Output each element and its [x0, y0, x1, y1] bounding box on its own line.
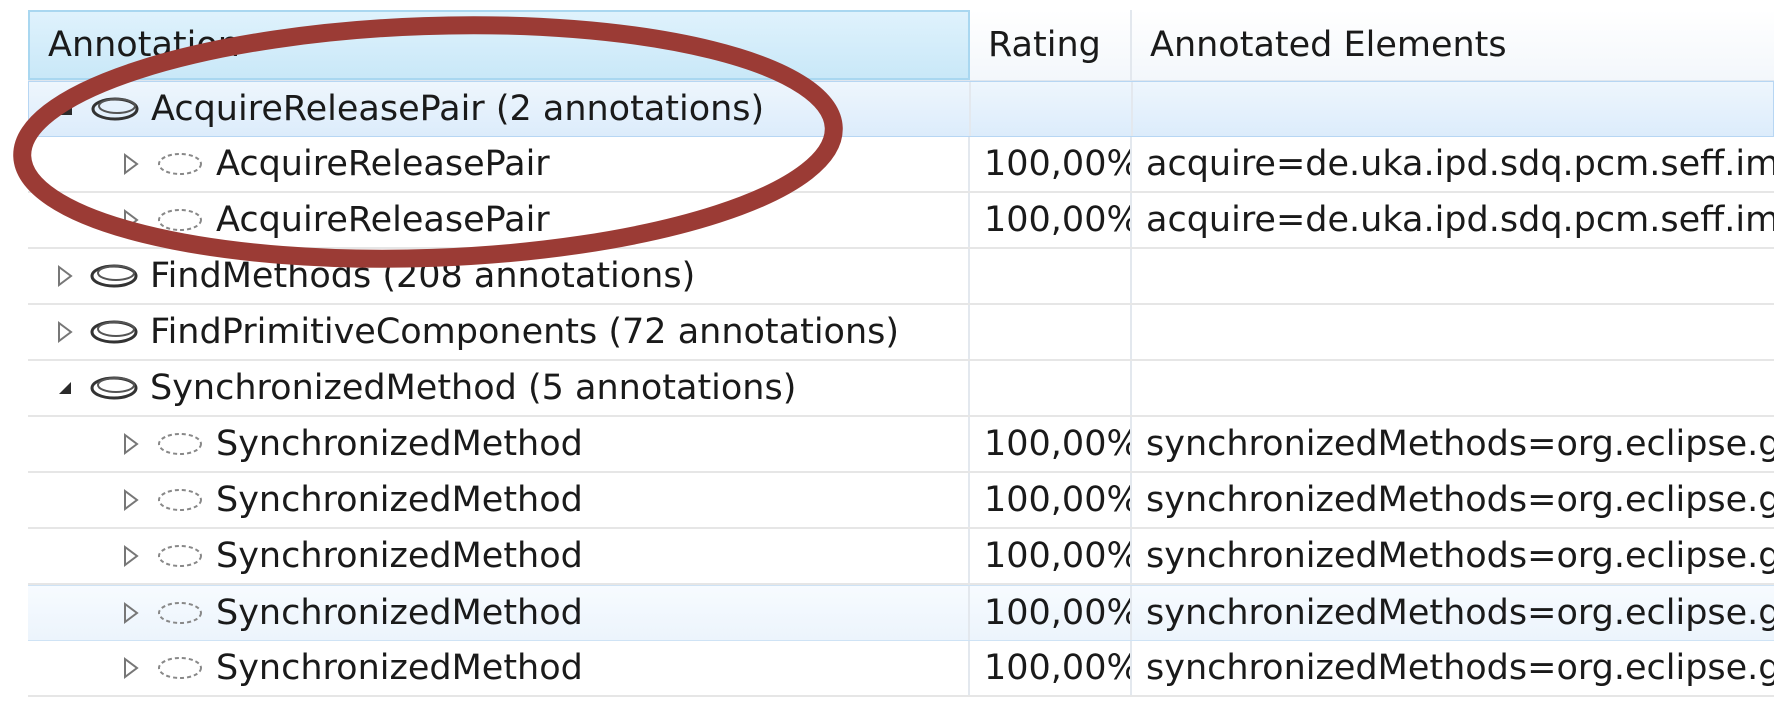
annotation-label: SynchronizedMethod: [216, 648, 583, 688]
annotation-cell: SynchronizedMethod: [28, 417, 970, 471]
annotated-elements-cell: [1132, 249, 1774, 303]
annotation-cell: AcquireReleasePair: [28, 193, 970, 247]
annotation-label: SynchronizedMethod: [216, 536, 583, 576]
annotated-elements-cell: [1133, 82, 1773, 136]
item-ellipse-icon: [154, 541, 206, 571]
item-ellipse-icon: [154, 485, 206, 515]
rating-cell: 100,00%: [970, 193, 1132, 247]
expand-triangle-icon[interactable]: [118, 653, 144, 683]
expand-triangle-icon[interactable]: [118, 598, 144, 628]
item-ellipse-icon: [154, 205, 206, 235]
expand-triangle-icon[interactable]: [118, 541, 144, 571]
collapse-triangle-icon[interactable]: [52, 373, 78, 403]
expand-triangle-icon[interactable]: [52, 261, 78, 291]
table-row[interactable]: SynchronizedMethod 100,00% synchronizedM…: [28, 473, 1774, 529]
table-body: AcquireReleasePair (2 annotations) Acqui…: [28, 81, 1774, 697]
rating-cell: 100,00%: [970, 137, 1132, 191]
annotation-label: SynchronizedMethod: [216, 480, 583, 520]
item-ellipse-icon: [154, 653, 206, 683]
table-row[interactable]: AcquireReleasePair 100,00% acquire=de.uk…: [28, 137, 1774, 193]
table-row[interactable]: FindPrimitiveComponents (72 annotations): [28, 305, 1774, 361]
annotation-tree-table: Annotation Rating Annotated Elements Acq…: [28, 10, 1774, 697]
rating-cell: [970, 249, 1132, 303]
table-header: Annotation Rating Annotated Elements: [28, 10, 1774, 81]
rating-cell: [970, 361, 1132, 415]
column-header-rating[interactable]: Rating: [970, 10, 1132, 80]
expand-triangle-icon[interactable]: [118, 205, 144, 235]
rating-cell: 100,00%: [970, 641, 1132, 695]
column-header-annotation[interactable]: Annotation: [28, 10, 970, 80]
annotation-label: SynchronizedMethod (5 annotations): [150, 368, 797, 408]
annotation-label: AcquireReleasePair: [216, 144, 550, 184]
group-ellipse-icon: [88, 317, 140, 347]
annotation-label: SynchronizedMethod: [216, 593, 583, 633]
rating-cell: [970, 305, 1132, 359]
rating-cell: 100,00%: [970, 586, 1132, 640]
group-ellipse-icon: [89, 94, 141, 124]
annotation-cell: FindPrimitiveComponents (72 annotations): [28, 305, 970, 359]
table-row[interactable]: SynchronizedMethod 100,00% synchronizedM…: [28, 585, 1774, 641]
table-row[interactable]: SynchronizedMethod 100,00% synchronizedM…: [28, 529, 1774, 585]
column-header-label: Rating: [988, 25, 1101, 65]
table-row[interactable]: AcquireReleasePair (2 annotations): [28, 81, 1774, 137]
group-ellipse-icon: [88, 373, 140, 403]
item-ellipse-icon: [154, 149, 206, 179]
annotation-cell: SynchronizedMethod (5 annotations): [28, 361, 970, 415]
rating-cell: 100,00%: [970, 417, 1132, 471]
table-row[interactable]: SynchronizedMethod (5 annotations): [28, 361, 1774, 417]
annotated-elements-cell: synchronizedMethods=org.eclipse.gi: [1146, 648, 1774, 688]
column-header-label: Annotation: [48, 25, 240, 65]
table-row[interactable]: SynchronizedMethod 100,00% synchronizedM…: [28, 641, 1774, 697]
collapse-triangle-icon[interactable]: [53, 94, 79, 124]
table-row[interactable]: AcquireReleasePair 100,00% acquire=de.uk…: [28, 193, 1774, 249]
annotation-label: AcquireReleasePair: [216, 200, 550, 240]
annotated-elements-cell: synchronizedMethods=org.eclipse.gi: [1146, 424, 1774, 464]
expand-triangle-icon[interactable]: [118, 429, 144, 459]
annotated-elements-cell: acquire=de.uka.ipd.sdq.pcm.seff.imp: [1146, 144, 1774, 184]
annotation-label: AcquireReleasePair (2 annotations): [151, 89, 765, 129]
annotation-cell: FindMethods (208 annotations): [28, 249, 970, 303]
annotation-cell: SynchronizedMethod: [28, 529, 970, 583]
table-row[interactable]: SynchronizedMethod 100,00% synchronizedM…: [28, 417, 1774, 473]
annotated-elements-cell: acquire=de.uka.ipd.sdq.pcm.seff.imp: [1146, 200, 1774, 240]
annotated-elements-cell: synchronizedMethods=org.eclipse.gi: [1146, 593, 1774, 633]
annotated-elements-cell: [1132, 361, 1774, 415]
expand-triangle-icon[interactable]: [118, 149, 144, 179]
table-row[interactable]: FindMethods (208 annotations): [28, 249, 1774, 305]
column-header-annotated-elements[interactable]: Annotated Elements: [1132, 10, 1774, 80]
item-ellipse-icon: [154, 598, 206, 628]
expand-triangle-icon[interactable]: [52, 317, 78, 347]
rating-cell: [971, 82, 1133, 136]
rating-cell: 100,00%: [970, 529, 1132, 583]
group-ellipse-icon: [88, 261, 140, 291]
annotation-label: SynchronizedMethod: [216, 424, 583, 464]
annotation-cell: SynchronizedMethod: [28, 641, 970, 695]
annotation-cell: AcquireReleasePair: [28, 137, 970, 191]
annotation-cell: AcquireReleasePair (2 annotations): [29, 82, 971, 136]
annotated-elements-cell: [1132, 305, 1774, 359]
column-header-label: Annotated Elements: [1150, 25, 1507, 65]
expand-triangle-icon[interactable]: [118, 485, 144, 515]
annotation-cell: SynchronizedMethod: [28, 586, 970, 640]
annotated-elements-cell: synchronizedMethods=org.eclipse.gi: [1146, 536, 1774, 576]
item-ellipse-icon: [154, 429, 206, 459]
annotation-label: FindPrimitiveComponents (72 annotations): [150, 312, 900, 352]
annotation-label: FindMethods (208 annotations): [150, 256, 696, 296]
annotation-cell: SynchronizedMethod: [28, 473, 970, 527]
rating-cell: 100,00%: [970, 473, 1132, 527]
annotated-elements-cell: synchronizedMethods=org.eclipse.gi: [1146, 480, 1774, 520]
